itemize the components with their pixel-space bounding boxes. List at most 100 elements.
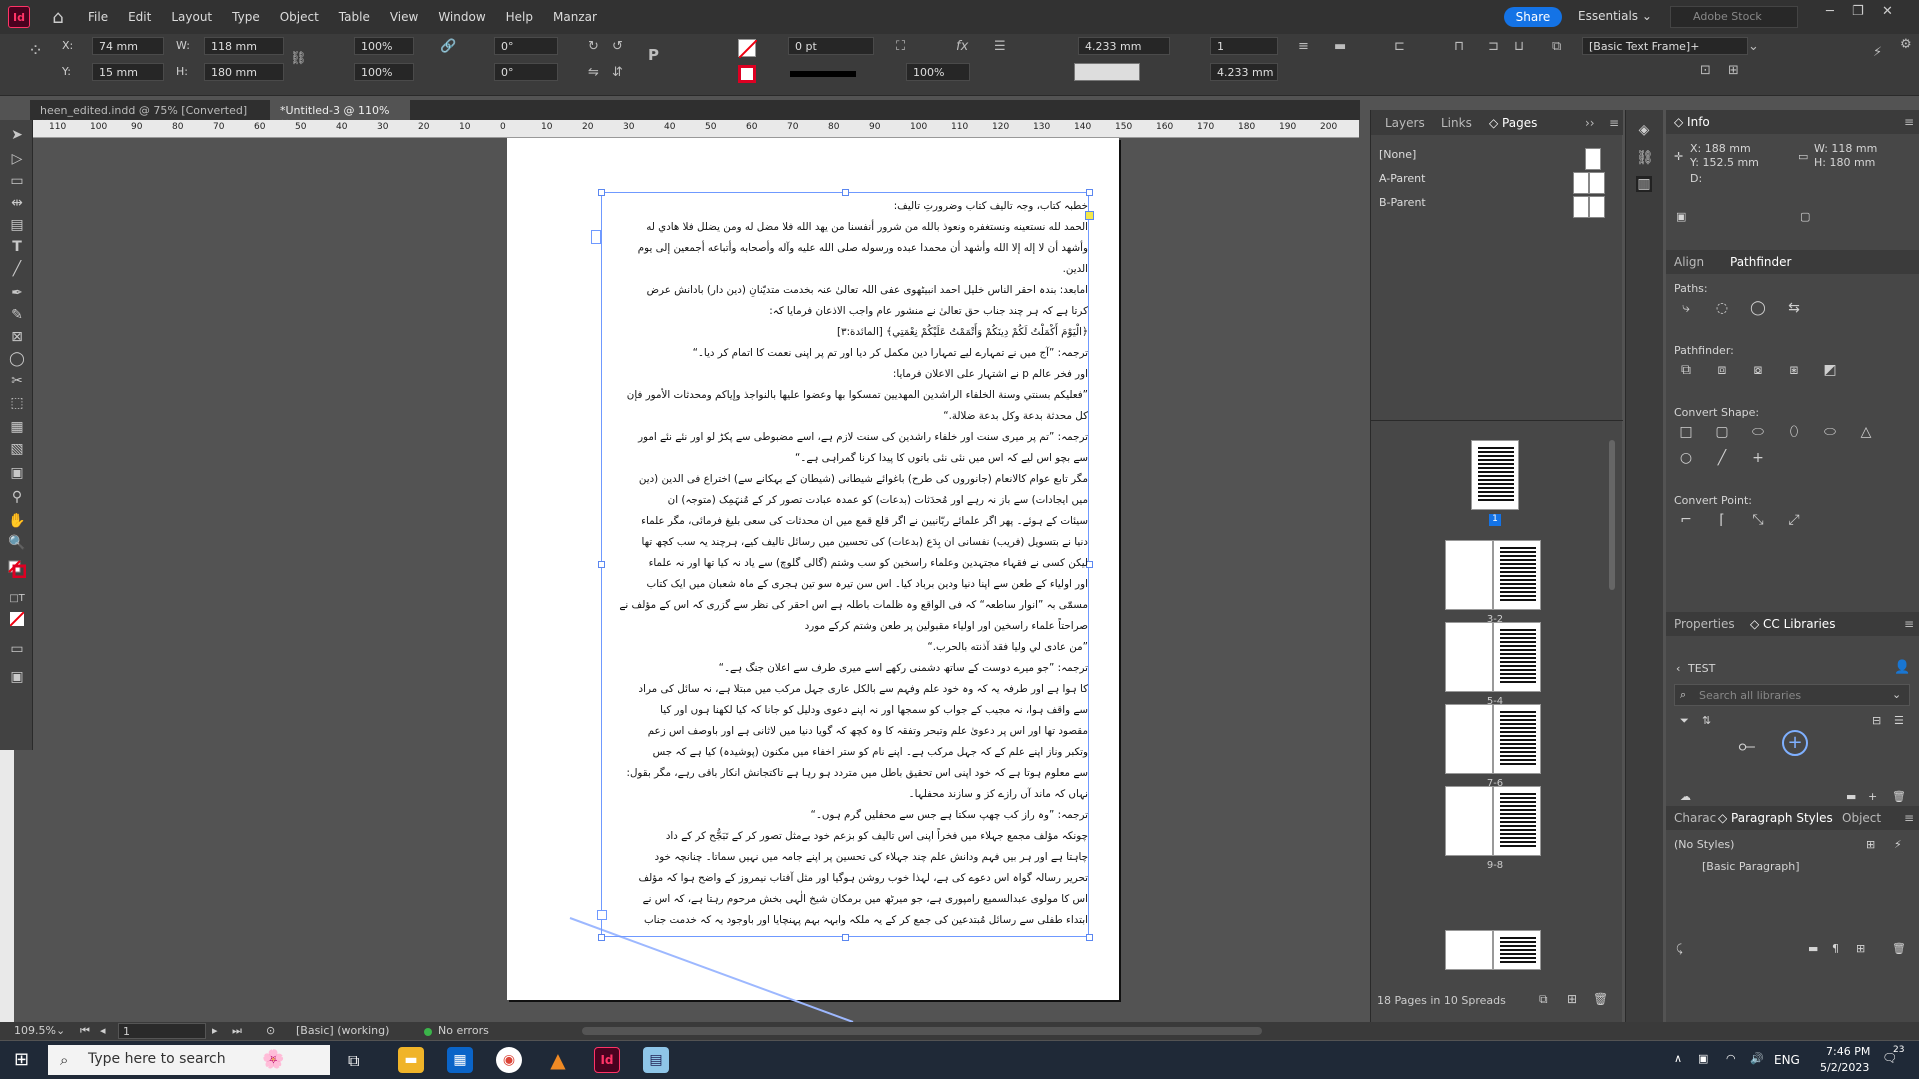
close-icon[interactable]: ✕ (1882, 4, 1893, 19)
trash-icon[interactable]: 🗑 (1892, 942, 1906, 955)
spacing-a-field[interactable]: 4.233 mm (1078, 37, 1170, 55)
rectangle-shape-icon[interactable]: □ (1678, 424, 1694, 440)
layers-icon[interactable]: ◈ (1636, 122, 1652, 138)
pages-icon[interactable]: ▥ (1636, 176, 1652, 192)
page-thumb-9[interactable] (1493, 786, 1541, 856)
frame-handle-top-left[interactable] (598, 189, 605, 196)
corner-point-icon[interactable]: ⌈ (1714, 512, 1730, 528)
exclude-overlap-icon[interactable]: ⧆ (1786, 362, 1802, 378)
master-a-parent[interactable]: A-Parent (1379, 172, 1615, 194)
microsoft-store-icon[interactable]: ▦ (447, 1047, 473, 1073)
add-icon[interactable]: + (1868, 790, 1877, 803)
master-none[interactable]: [None] (1379, 148, 1615, 170)
subtract-shape-icon[interactable]: ⧈ (1714, 362, 1730, 378)
smooth-point-icon[interactable]: ⤡ (1750, 512, 1766, 528)
page-thumb-4[interactable] (1445, 622, 1493, 692)
out-port-icon[interactable] (591, 230, 601, 244)
menu-view[interactable]: View (390, 10, 418, 24)
tab-pathfinder[interactable]: Pathfinder (1730, 255, 1791, 269)
filter-icon[interactable]: ⏷ (1680, 714, 1689, 728)
file-explorer-icon[interactable]: ▬ (398, 1047, 424, 1073)
open-path-icon[interactable]: ◌ (1714, 300, 1730, 316)
stroke-type-preview[interactable] (790, 71, 856, 77)
new-style-icon[interactable]: ⊞ (1866, 838, 1875, 851)
next-page-icon[interactable]: ▸ (212, 1024, 218, 1037)
menu-file[interactable]: File (88, 10, 108, 24)
zoom-level[interactable]: 109.5% (14, 1024, 56, 1037)
panel-menu-icon[interactable]: ≡ (1904, 811, 1914, 825)
user-icon[interactable]: 👤 (1894, 660, 1910, 675)
page-thumb-3[interactable] (1493, 540, 1541, 610)
formatting-container-icon[interactable]: □T (8, 590, 26, 608)
tab-layers[interactable]: Layers (1385, 116, 1425, 130)
ellipse-tool-icon[interactable]: ◯ (8, 350, 26, 368)
stroke-swatch[interactable] (738, 65, 756, 83)
taskbar-search-input[interactable]: Type here to search (48, 1045, 330, 1075)
add-asset-icon[interactable]: + (1782, 730, 1808, 756)
folder-icon[interactable]: ▬ (1846, 790, 1856, 803)
gradient-feather-tool-icon[interactable]: ▧ (8, 440, 26, 458)
width-field[interactable]: 118 mm (204, 37, 284, 55)
page-thumb-10[interactable] (1445, 930, 1493, 970)
style-item-basic-paragraph[interactable]: [Basic Paragraph] (1702, 860, 1800, 873)
gap-preview[interactable] (1074, 63, 1140, 81)
rotation-field[interactable]: 0° (494, 37, 558, 55)
align-icon[interactable]: ☰ (994, 40, 1006, 54)
object-style-select[interactable]: [Basic Text Frame]+ (1582, 37, 1748, 55)
tab-cc-libraries[interactable]: ◇ CC Libraries (1750, 617, 1835, 631)
back-icon[interactable]: ‹ (1676, 662, 1680, 675)
rotate-cw-icon[interactable]: ↻ (588, 40, 599, 54)
last-page-icon[interactable]: ⏭ (232, 1024, 242, 1038)
gear-icon[interactable]: ⚙ (1900, 38, 1912, 52)
hand-tool-icon[interactable]: ✋ (8, 512, 26, 530)
library-search-input[interactable]: Search all libraries (1674, 684, 1910, 706)
preflight-status[interactable]: No errors (438, 1024, 489, 1037)
frame-handle-top-center[interactable] (842, 189, 849, 196)
constrain-proportions-icon[interactable]: ⛓ (290, 52, 307, 66)
menu-layout[interactable]: Layout (171, 10, 212, 24)
free-transform-tool-icon[interactable]: ⬚ (8, 394, 26, 412)
page-thumb-8[interactable] (1445, 786, 1493, 856)
tab-object-styles[interactable]: Object (1842, 811, 1881, 825)
menu-object[interactable]: Object (280, 10, 319, 24)
scale-x-field[interactable]: 100% (354, 37, 414, 55)
line-tool-icon[interactable]: ╱ (8, 260, 26, 278)
reverse-path-icon[interactable]: ⇆ (1786, 300, 1802, 316)
adobe-stock-search[interactable]: Adobe Stock (1670, 6, 1798, 28)
eyedropper-tool-icon[interactable]: ⚲ (8, 488, 26, 506)
align-right-edges-icon[interactable]: ⊐ (1488, 40, 1499, 54)
align-center-icon[interactable]: ⊓ (1454, 40, 1464, 54)
chrome-icon[interactable]: ◉ (496, 1047, 522, 1073)
show-hidden-icons[interactable]: ∧ (1674, 1052, 1682, 1065)
text-align-icon[interactable]: ≡ (1298, 40, 1309, 54)
story-text[interactable]: خطبہ کتاب، وجہ تالیف کتاب وضرورتِ تالیف:… (604, 196, 1088, 931)
close-path-icon[interactable]: ◯ (1750, 300, 1766, 316)
clear-overrides-icon[interactable]: ¶ (1832, 942, 1839, 955)
view-icon[interactable]: ⊟ (1872, 714, 1881, 727)
panel-menu-icon[interactable]: ≡ (1904, 617, 1914, 631)
edit-page-size-icon[interactable]: ⧉ (1539, 992, 1548, 1007)
chevron-down-icon[interactable]: ⌄ (1748, 40, 1759, 54)
minus-back-icon[interactable]: ◩ (1822, 362, 1838, 378)
rectangle-frame-tool-icon[interactable]: ⊠ (8, 328, 26, 346)
frame-fitting-icon[interactable]: ⛶ (896, 40, 905, 54)
intersect-shape-icon[interactable]: ⧇ (1750, 362, 1766, 378)
menu-edit[interactable]: Edit (128, 10, 151, 24)
gradient-swatch-tool-icon[interactable]: ▦ (8, 418, 26, 436)
pages-scrollbar[interactable] (1609, 440, 1615, 590)
sort-icon[interactable]: ⇅ (1702, 714, 1711, 727)
page-thumb-2[interactable] (1445, 540, 1493, 610)
type-tool-icon[interactable]: T (8, 238, 26, 256)
master-b-parent[interactable]: B-Parent (1379, 196, 1615, 218)
beveled-rectangle-icon[interactable]: ⬭ (1750, 424, 1766, 440)
y-field[interactable]: 15 mm (92, 63, 164, 81)
frame-handle-bottom-right[interactable] (1086, 934, 1093, 941)
chevron-down-icon[interactable]: ⌄ (1892, 688, 1901, 701)
horizontal-scrollbar[interactable] (582, 1027, 1262, 1035)
quick-apply-icon[interactable]: ⚡ (1873, 46, 1882, 60)
flip-horizontal-icon[interactable]: ⇋ (588, 66, 599, 80)
inverse-rounded-icon[interactable]: ⬯ (1786, 424, 1802, 440)
auto-fit-icon[interactable]: ⊞ (1728, 64, 1739, 78)
scissors-tool-icon[interactable]: ✂ (8, 372, 26, 390)
quick-apply-icon[interactable]: ⚡ (1894, 838, 1902, 851)
